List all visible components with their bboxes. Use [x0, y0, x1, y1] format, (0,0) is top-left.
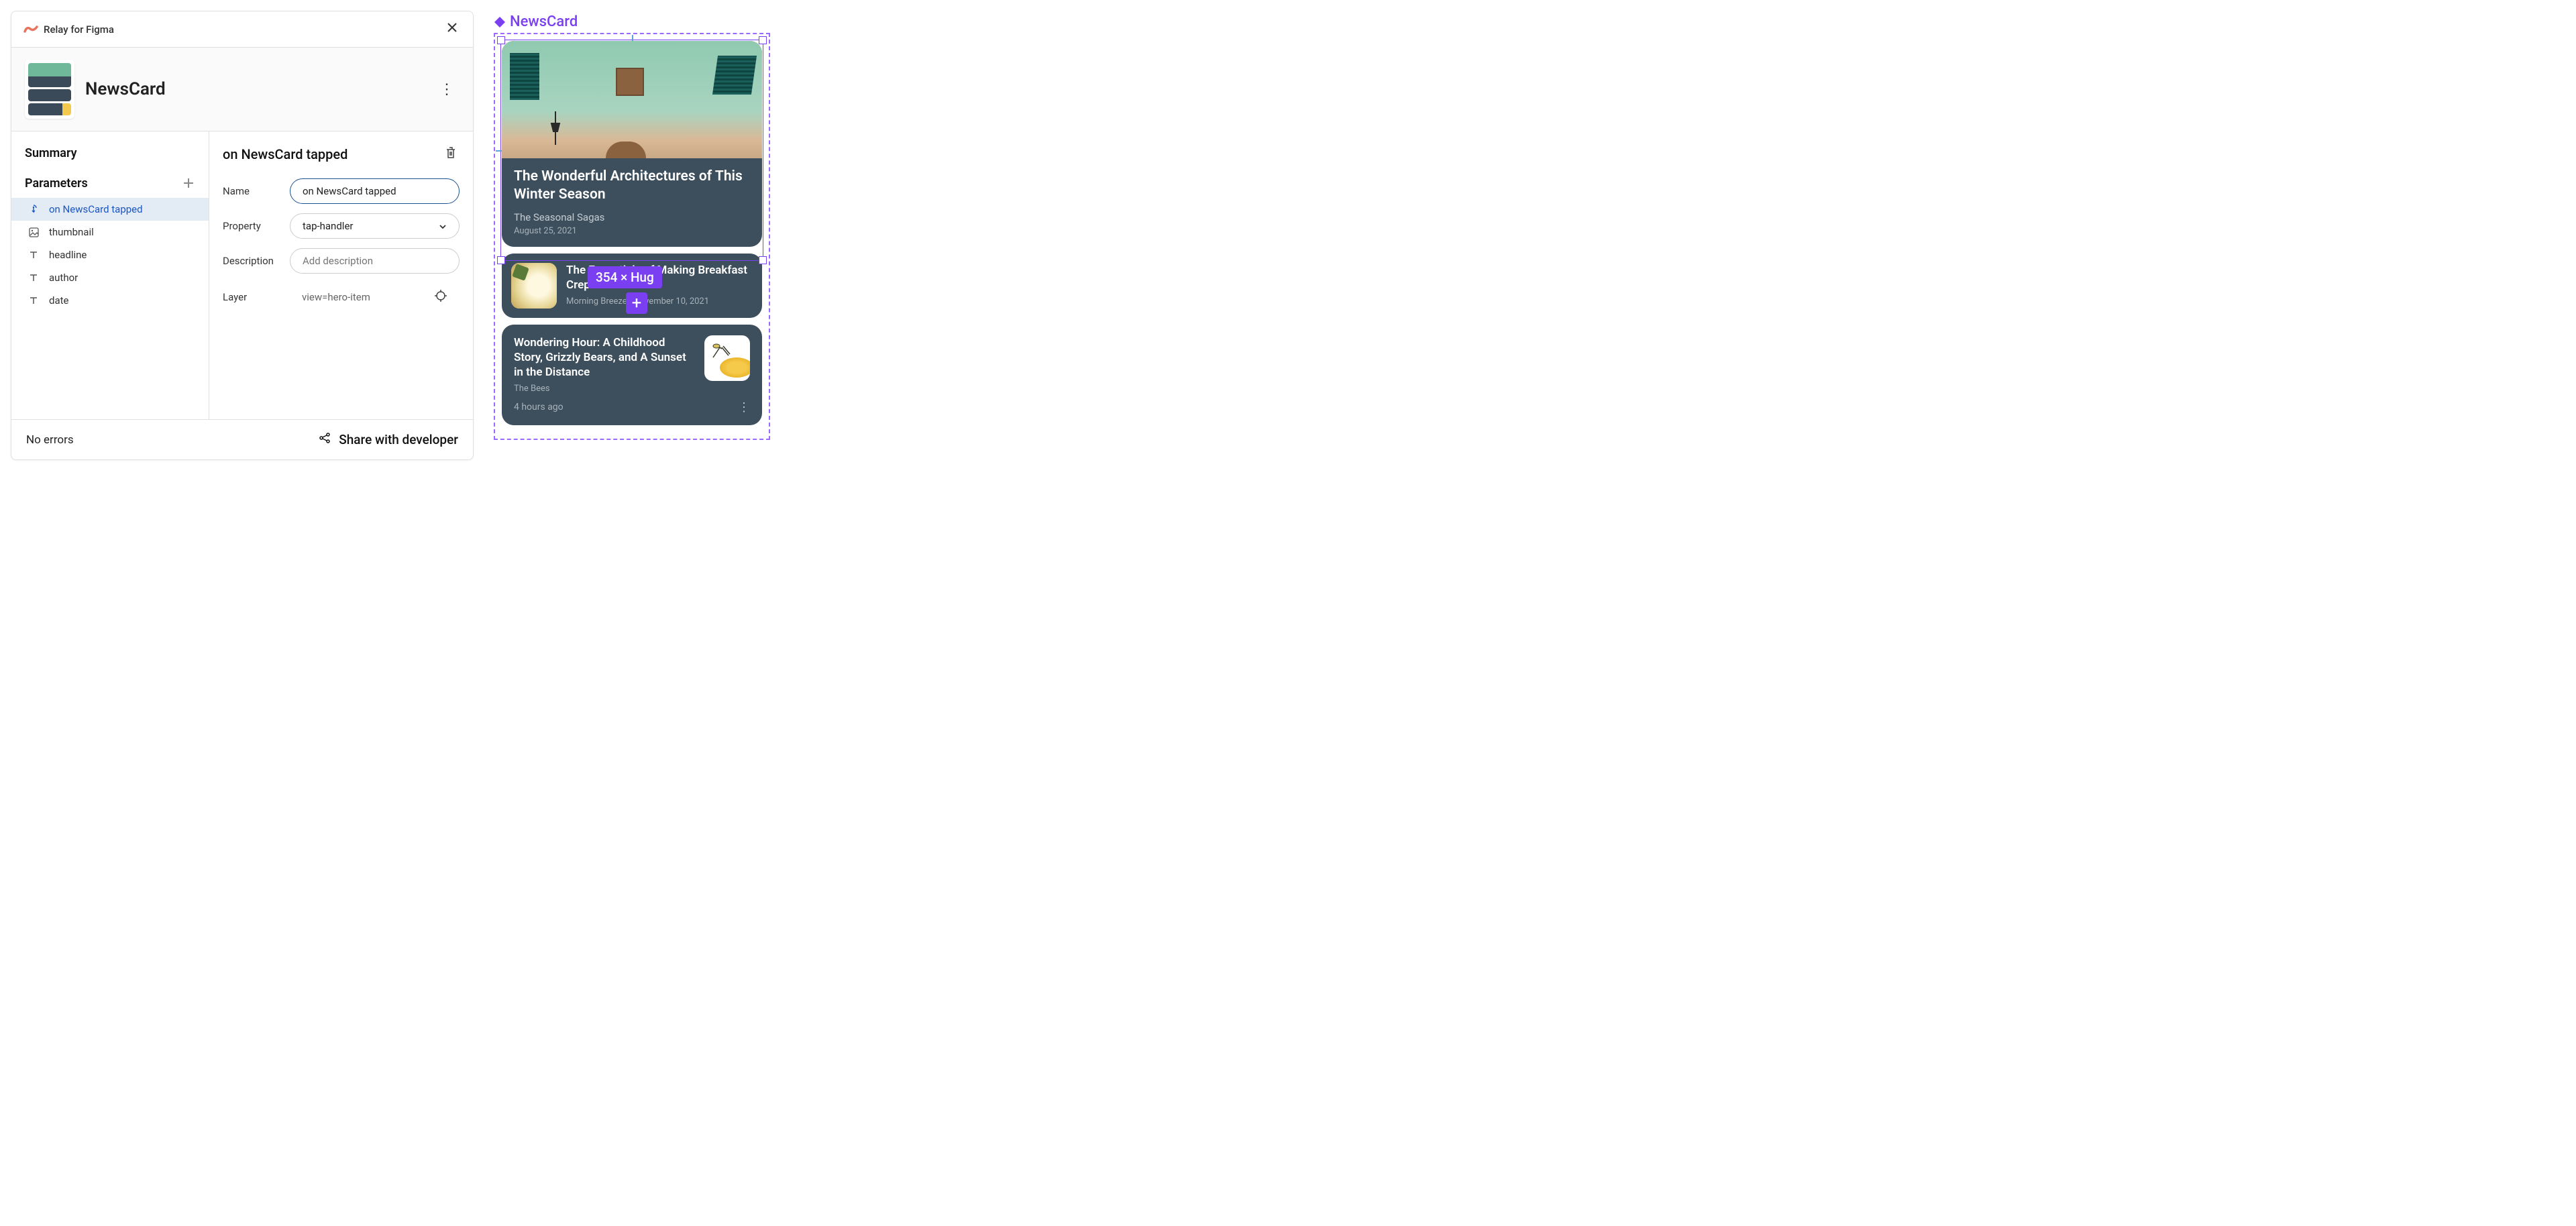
param-headline[interactable]: headline	[11, 243, 209, 266]
param-label: thumbnail	[49, 226, 94, 238]
component-header: NewsCard ⋮	[11, 48, 473, 131]
layer-label: Layer	[223, 291, 282, 303]
description-input[interactable]	[290, 248, 460, 274]
param-tap-handler[interactable]: on NewsCard tapped	[11, 198, 209, 221]
parameters-heading: Parameters	[25, 176, 88, 190]
card-headline: The Wonderful Architectures of This Wint…	[514, 168, 750, 205]
param-label: date	[49, 294, 68, 306]
name-label: Name	[223, 185, 282, 197]
name-input[interactable]	[290, 178, 460, 204]
relay-panel: Relay for Figma NewsCard ⋮ Summary	[11, 11, 474, 460]
news-card-audio[interactable]: Wondering Hour: A Childhood Story, Grizz…	[502, 325, 762, 425]
card-date: 4 hours ago	[514, 402, 564, 412]
text-icon	[28, 272, 40, 284]
param-label: headline	[49, 249, 87, 261]
image-icon	[28, 226, 40, 238]
component-frame[interactable]: 354 × Hug + The Wonderful Architectures …	[494, 33, 770, 440]
card-headline: Wondering Hour: A Childhood Story, Grizz…	[514, 335, 695, 380]
param-date[interactable]: date	[11, 289, 209, 312]
target-icon[interactable]	[434, 289, 447, 305]
figma-canvas: NewsCard 354 × Hug +	[494, 11, 770, 440]
param-author[interactable]: author	[11, 266, 209, 289]
news-card-hero[interactable]: The Wonderful Architectures of This Wint…	[502, 41, 762, 247]
layer-value: view=hero-item	[302, 291, 370, 303]
param-label: author	[49, 272, 78, 284]
share-label: Share with developer	[339, 432, 458, 447]
card-headline: The Essentials of Making Breakfast Crepe…	[566, 263, 753, 292]
panel-header: Relay for Figma	[11, 11, 473, 48]
card-author: Morning Breeze	[566, 296, 627, 306]
text-icon	[28, 249, 40, 261]
property-label: Property	[223, 220, 282, 232]
status-text: No errors	[26, 433, 74, 447]
share-button[interactable]: Share with developer	[319, 432, 458, 447]
param-thumbnail[interactable]: thumbnail	[11, 221, 209, 243]
param-label: on NewsCard tapped	[49, 203, 143, 215]
card-author: The Bees	[514, 384, 695, 394]
component-thumbnail	[25, 60, 74, 119]
property-value: tap-handler	[303, 220, 353, 232]
component-name: NewsCard	[85, 79, 166, 99]
sidebar: Summary Parameters on NewsCard tapped th…	[11, 131, 209, 419]
detail-title: on NewsCard tapped	[223, 146, 347, 162]
plugin-title: Relay for Figma	[44, 23, 114, 36]
summary-heading: Summary	[11, 144, 209, 171]
property-select[interactable]: tap-handler	[290, 213, 460, 239]
component-diamond-icon	[494, 16, 506, 28]
text-icon	[28, 294, 40, 306]
card-date: August 25, 2021	[514, 226, 750, 236]
detail-pane: on NewsCard tapped Name Property tap-han…	[209, 131, 473, 419]
delete-icon[interactable]	[442, 144, 460, 165]
share-icon	[319, 432, 331, 447]
more-menu-icon[interactable]: ⋮	[434, 78, 460, 101]
card-author: The Seasonal Sagas	[514, 211, 750, 223]
audio-thumbnail	[704, 335, 750, 381]
component-instance-label[interactable]: NewsCard	[494, 13, 770, 30]
row-thumbnail	[511, 263, 557, 309]
relay-logo-icon	[23, 25, 38, 34]
news-card-row[interactable]: The Essentials of Making Breakfast Crepe…	[502, 254, 762, 318]
card-menu-icon[interactable]: ⋮	[738, 400, 750, 414]
card-date: November 10, 2021	[634, 296, 710, 306]
close-icon[interactable]	[443, 18, 461, 40]
chevron-down-icon	[439, 220, 447, 232]
tap-icon	[28, 203, 40, 215]
add-parameter-icon[interactable]	[179, 174, 198, 192]
description-label: Description	[223, 255, 282, 267]
hero-thumbnail	[502, 41, 762, 158]
